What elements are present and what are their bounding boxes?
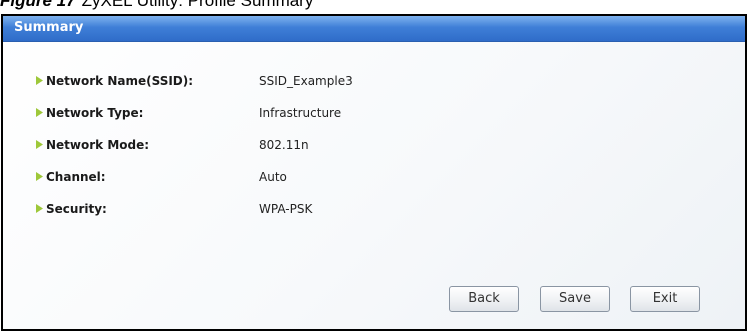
triangle-bullet-icon <box>36 172 43 181</box>
summary-label: Channel: <box>46 170 106 184</box>
summary-list: Network Name(SSID): SSID_Example3 Networ… <box>36 73 456 233</box>
summary-row-channel: Channel: Auto <box>36 169 456 201</box>
triangle-bullet-icon <box>36 204 43 213</box>
summary-value: Infrastructure <box>259 106 342 120</box>
triangle-bullet-icon <box>36 140 43 149</box>
summary-row-ssid: Network Name(SSID): SSID_Example3 <box>36 73 456 105</box>
summary-value: Auto <box>259 170 287 184</box>
figure-number: Figure 17 <box>0 0 76 10</box>
summary-row-security: Security: WPA-PSK <box>36 201 456 233</box>
save-button[interactable]: Save <box>540 286 610 312</box>
panel-title: Summary <box>3 16 745 42</box>
summary-row-network-mode: Network Mode: 802.11n <box>36 137 456 169</box>
triangle-bullet-icon <box>36 76 43 85</box>
summary-label: Network Type: <box>46 106 144 120</box>
triangle-bullet-icon <box>36 108 43 117</box>
summary-value: WPA-PSK <box>259 202 313 216</box>
summary-row-network-type: Network Type: Infrastructure <box>36 105 456 137</box>
figure-caption: Figure 17 ZyXEL Utility: Profile Summary <box>0 0 313 11</box>
summary-label: Security: <box>46 202 107 216</box>
figure-title: ZyXEL Utility: Profile Summary <box>81 0 314 10</box>
summary-label: Network Name(SSID): <box>46 74 194 88</box>
summary-value: 802.11n <box>259 138 309 152</box>
summary-value: SSID_Example3 <box>259 74 353 88</box>
back-button[interactable]: Back <box>449 286 519 312</box>
exit-button[interactable]: Exit <box>630 286 700 312</box>
summary-panel: Summary Network Name(SSID): SSID_Example… <box>1 14 747 331</box>
summary-label: Network Mode: <box>46 138 150 152</box>
